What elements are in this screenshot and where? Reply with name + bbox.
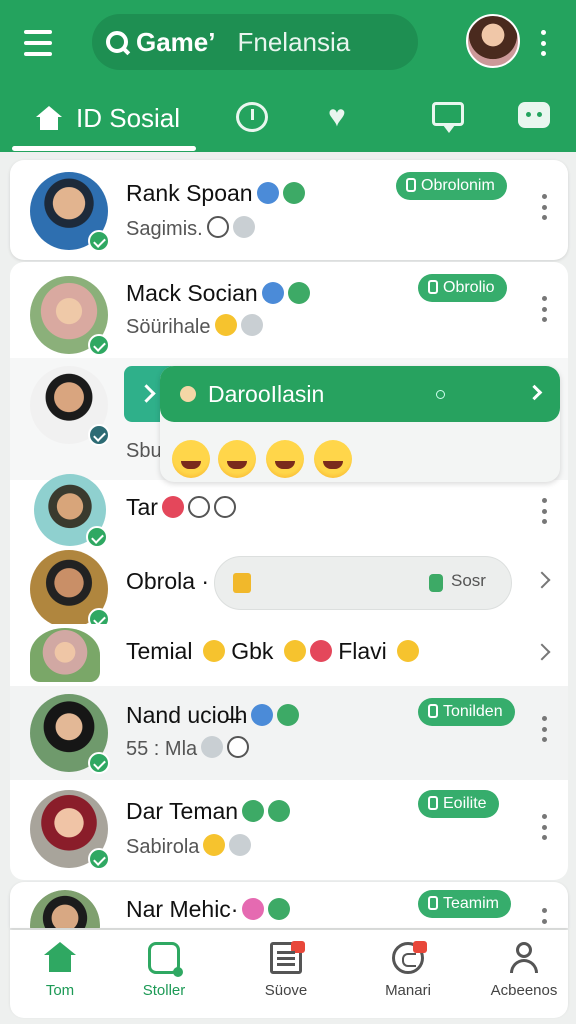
chat-subtitle: 55 : Mla (126, 736, 250, 761)
search-placeholder: Fnelansia (237, 26, 351, 57)
chat-list: Rank Spoan Sagimis. Obrolonim Mack Socia… (10, 160, 568, 928)
status-badge: Obrolonim (396, 172, 507, 200)
chat-bubble-icon (392, 941, 427, 974)
chat-subtitle: Söürihale (126, 314, 263, 339)
active-tab-indicator (12, 146, 196, 151)
nav-label: Manari (385, 982, 431, 999)
account-icon (508, 942, 540, 974)
heart-icon[interactable] (328, 102, 360, 132)
mini-avatar-icon (180, 386, 196, 402)
avatar (30, 628, 100, 682)
search-icon (106, 31, 128, 53)
winking-emoji-icon[interactable] (218, 440, 256, 478)
home-icon (36, 106, 62, 130)
bottom-navigation: Tom Stoller Süove Manari Acbeenos (10, 930, 568, 1018)
avatar (30, 172, 110, 252)
list-item[interactable]: Nar Mehic· Teamim (10, 882, 568, 928)
row-menu-icon[interactable] (542, 296, 548, 322)
popup-header[interactable]: DarooIlasin (160, 366, 560, 422)
timer-icon[interactable] (236, 102, 268, 132)
reaction-popup: DarooIlasin (160, 366, 560, 482)
chat-name: Rank Spoan (126, 180, 305, 207)
status-badge: Eoilite (418, 790, 499, 818)
chat-name: Nar Mehic· (126, 896, 291, 923)
message-preview-pill[interactable]: Sosr (214, 556, 512, 610)
avatar (30, 366, 110, 446)
search-bar[interactable]: Game’ Fnelansia (92, 14, 418, 70)
notification-badge (291, 941, 305, 953)
tab-bar: ID Sosial (0, 88, 576, 152)
chat-icon[interactable] (432, 102, 464, 133)
nav-stoller[interactable]: Stoller (114, 930, 214, 1018)
list-item[interactable]: Mack Socian Söürihale Obrolio (10, 262, 568, 358)
nav-manari[interactable]: Manari (358, 930, 458, 1018)
gift-icon (233, 573, 251, 593)
row-menu-icon[interactable] (542, 908, 548, 924)
avatar (30, 890, 100, 928)
verified-icon (88, 752, 110, 774)
status-badge: Tonilden (418, 698, 515, 726)
nav-label: Acbeenos (490, 982, 558, 999)
status-badge: Teamim (418, 890, 512, 918)
avatar (34, 474, 108, 548)
nav-label: Tom (45, 982, 75, 999)
sticker-icon (148, 942, 183, 977)
tab-id-sosial-label: ID Sosial (76, 102, 181, 133)
chat-name: Dar Teman (126, 798, 291, 825)
rofl-emoji-icon[interactable] (314, 440, 352, 478)
profile-avatar[interactable] (466, 14, 520, 68)
verified-icon (88, 424, 110, 446)
app-header: Game’ Fnelansia ID Sosial (0, 0, 576, 152)
list-item[interactable]: Rank Spoan Sagimis. Obrolonim (10, 160, 568, 260)
chat-name: Tar (126, 494, 236, 521)
chevron-right-icon[interactable] (533, 643, 551, 661)
chat-subtitle: Sbu (126, 440, 162, 462)
nav-label: Süove (264, 982, 308, 999)
list-item[interactable]: Temial Gbk Flavi (10, 624, 568, 686)
list-item[interactable]: Dar Teman Sabirola Eoilite (10, 780, 568, 880)
verified-icon (88, 848, 110, 870)
laughing-emoji-icon[interactable] (172, 440, 210, 478)
grinning-emoji-icon[interactable] (266, 440, 304, 478)
verified-icon (88, 230, 110, 252)
tag-icon (429, 574, 443, 592)
chevron-right-icon[interactable] (533, 571, 551, 589)
avatar (30, 550, 110, 630)
row-menu-icon[interactable] (542, 716, 548, 742)
verified-icon (86, 526, 108, 548)
pill-label: Sosr (451, 571, 486, 590)
app-brand: Game’ (136, 26, 216, 57)
row-menu-icon[interactable] (542, 194, 548, 220)
chat-name: Obrola · (126, 568, 210, 594)
avatar (30, 276, 110, 356)
tab-id-sosial[interactable]: ID Sosial (12, 88, 180, 148)
more-options-icon[interactable] (538, 30, 548, 56)
chat-subtitle: Sagimis. (126, 216, 255, 241)
list-item[interactable]: Nand uciol̶h 55 : Mla Tonilden (10, 686, 568, 780)
home-icon (44, 942, 76, 974)
row-menu-icon[interactable] (542, 498, 548, 524)
game-icon[interactable] (518, 102, 550, 128)
menu-icon[interactable] (24, 30, 56, 56)
chat-subtitle: Sabirola (126, 834, 252, 859)
nav-label: Stoller (142, 982, 186, 999)
status-badge: Obrolio (418, 274, 507, 302)
avatar (30, 694, 110, 774)
chat-name: Mack Socian (126, 280, 310, 307)
ring-icon (436, 390, 445, 399)
notification-badge (413, 941, 427, 953)
chevron-right-icon (526, 384, 543, 401)
chat-name: Temial Gbk Flavi (126, 638, 420, 665)
row-menu-icon[interactable] (542, 814, 548, 840)
nav-store[interactable]: Süove (236, 930, 336, 1018)
nav-home[interactable]: Tom (10, 930, 110, 1018)
nav-account[interactable]: Acbeenos (474, 930, 574, 1018)
chat-name: Nand uciol̶h (126, 702, 300, 729)
list-item[interactable]: Tar (10, 474, 568, 552)
verified-icon (88, 334, 110, 356)
store-icon (270, 941, 305, 974)
popup-title: DarooIlasin (208, 381, 325, 407)
avatar (30, 790, 110, 870)
